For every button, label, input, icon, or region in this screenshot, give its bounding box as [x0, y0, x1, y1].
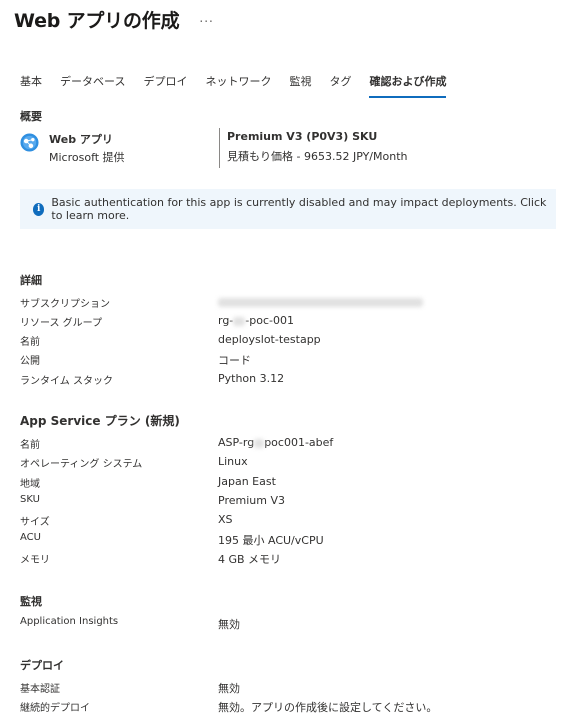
monitoring-row-app-insights: Application Insights 無効 — [20, 616, 540, 631]
row-key: 名前 — [20, 440, 40, 451]
row-value: 無効。アプリの作成後に設定してください。 — [218, 701, 438, 714]
row-key: オペレーティング システム — [20, 459, 143, 470]
row-key: SKU — [20, 494, 40, 505]
plan-row-size: サイズ XS — [20, 513, 540, 528]
detail-row-resource-group: リソース グループ rg- -poc-001 — [20, 314, 540, 329]
basic-auth-info-banner[interactable]: i Basic authentication for this app is c… — [20, 189, 556, 229]
product-provider: Microsoft 提供 — [49, 151, 125, 164]
details-heading: 詳細 — [20, 274, 42, 287]
row-value: deployslot-testapp — [218, 333, 321, 346]
row-key: 継続的デプロイ — [20, 703, 90, 714]
banner-text: Basic authentication for this app is cur… — [51, 196, 547, 222]
row-key: サイズ — [20, 517, 50, 528]
wizard-tabs: 基本 データベース デプロイ ネットワーク 監視 タグ 確認および作成 — [20, 73, 464, 98]
info-icon: i — [33, 202, 45, 216]
plan-row-memory: メモリ 4 GB メモリ — [20, 551, 540, 566]
row-value: 195 最小 ACU/vCPU — [218, 534, 324, 547]
row-key: 基本認証 — [20, 684, 60, 695]
deploy-heading: デプロイ — [20, 659, 64, 672]
tab-review-create[interactable]: 確認および作成 — [369, 73, 447, 98]
tab-deployment[interactable]: デプロイ — [143, 73, 187, 98]
row-value: Japan East — [218, 475, 276, 488]
tab-networking[interactable]: ネットワーク — [205, 73, 271, 98]
row-key: 名前 — [20, 337, 40, 348]
tab-database[interactable]: データベース — [60, 73, 125, 98]
tab-tags[interactable]: タグ — [329, 73, 351, 98]
plan-row-acu: ACU 195 最小 ACU/vCPU — [20, 532, 540, 547]
row-key: Application Insights — [20, 616, 119, 627]
deploy-row-continuous: 継続的デプロイ 無効。アプリの作成後に設定してください。 — [20, 699, 540, 714]
detail-row-runtime: ランタイム スタック Python 3.12 — [20, 372, 540, 387]
row-value: ASP-rg poc001-abef — [218, 436, 334, 449]
sku-summary: Premium V3 (P0V3) SKU 見積もり価格 - 9653.52 J… — [219, 128, 408, 168]
row-key: メモリ — [20, 555, 50, 566]
product-summary: Web アプリ Microsoft 提供 — [20, 131, 125, 165]
product-name: Web アプリ — [49, 133, 113, 146]
web-app-icon — [20, 133, 39, 152]
row-key: ランタイム スタック — [20, 376, 113, 387]
app-service-plan-heading: App Service プラン (新規) — [20, 414, 180, 428]
page-title: Web アプリの作成 — [14, 10, 180, 32]
sku-price: 見積もり価格 - 9653.52 JPY/Month — [227, 150, 408, 163]
detail-row-name: 名前 deployslot-testapp — [20, 333, 540, 348]
row-value: rg- -poc-001 — [218, 314, 294, 327]
deploy-row-basic-auth: 基本認証 無効 — [20, 680, 540, 695]
row-key: 地域 — [20, 479, 40, 490]
plan-row-os: オペレーティング システム Linux — [20, 455, 540, 470]
row-value: Python 3.12 — [218, 372, 285, 385]
tab-basics[interactable]: 基本 — [20, 73, 42, 98]
row-key: サブスクリプション — [20, 299, 110, 310]
row-value: 無効 — [218, 682, 240, 695]
detail-row-subscription: サブスクリプション — [20, 295, 540, 310]
row-key: 公開 — [20, 356, 40, 367]
overview-heading: 概要 — [20, 110, 42, 123]
tab-monitoring[interactable]: 監視 — [289, 73, 311, 98]
row-key: ACU — [20, 532, 41, 543]
row-value: XS — [218, 513, 233, 526]
plan-row-sku: SKU Premium V3 — [20, 494, 540, 508]
sku-name: Premium V3 (P0V3) SKU — [227, 130, 378, 143]
row-value: 無効 — [218, 618, 240, 631]
more-options-button[interactable]: ... — [199, 11, 213, 25]
row-value-redacted — [218, 295, 423, 308]
row-key: リソース グループ — [20, 318, 103, 329]
plan-row-name: 名前 ASP-rg poc001-abef — [20, 436, 540, 451]
title-row: Web アプリの作成 ... — [14, 6, 214, 33]
monitoring-heading: 監視 — [20, 595, 42, 608]
detail-row-publish: 公開 コード — [20, 352, 540, 367]
plan-row-region: 地域 Japan East — [20, 475, 540, 490]
row-value: Premium V3 — [218, 494, 285, 507]
row-value: 4 GB メモリ — [218, 553, 282, 566]
row-value: コード — [218, 354, 251, 367]
row-value: Linux — [218, 455, 248, 468]
